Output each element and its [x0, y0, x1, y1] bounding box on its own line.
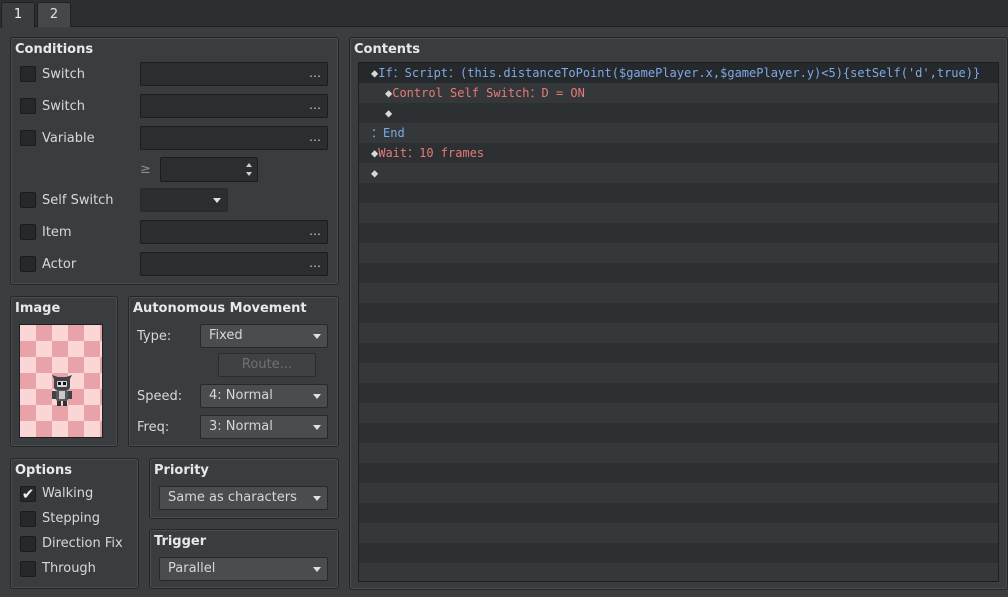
speed-value: 4: Normal	[209, 388, 273, 403]
trigger-value: Parallel	[168, 561, 216, 576]
chevron-down-icon	[313, 334, 321, 339]
variable-ellipsis-button[interactable]: …	[309, 130, 321, 144]
direction-fix-label: Direction Fix	[42, 536, 123, 551]
switch2-ellipsis-button[interactable]: …	[309, 98, 321, 112]
command-text: ：End	[371, 126, 405, 140]
options-title: Options	[15, 463, 72, 478]
self-switch-checkbox[interactable]	[20, 192, 36, 208]
through-checkbox[interactable]	[20, 561, 36, 577]
command-row[interactable]: ◆If：Script：(this.distanceToPoint($gamePl…	[359, 63, 998, 83]
switch1-ellipsis-button[interactable]: …	[309, 66, 321, 80]
type-label: Type:	[137, 329, 172, 344]
route-button[interactable]: Route...	[218, 353, 316, 377]
command-row[interactable]: ◆	[359, 103, 998, 123]
freq-value: 3: Normal	[209, 419, 273, 434]
priority-dropdown[interactable]: Same as characters	[159, 486, 328, 510]
speed-label: Speed:	[137, 389, 183, 404]
chevron-down-icon	[313, 425, 321, 430]
switch2-checkbox[interactable]	[20, 98, 36, 114]
stepping-checkbox[interactable]	[20, 511, 36, 527]
command-text: Wait：10 frames	[378, 146, 485, 160]
checkmark-icon: ✔	[21, 485, 35, 503]
actor-ellipsis-button[interactable]: …	[309, 256, 321, 270]
type-value: Fixed	[209, 328, 243, 343]
walking-label: Walking	[42, 486, 94, 501]
switch2-label: Switch	[42, 99, 85, 114]
direction-fix-checkbox[interactable]	[20, 536, 36, 552]
command-marker-icon: ◆	[371, 166, 379, 180]
movement-title: Autonomous Movement	[133, 301, 307, 316]
contents-title: Contents	[354, 42, 420, 57]
command-text: Control Self Switch：D = ON	[392, 86, 585, 100]
command-row[interactable]: ◆Wait：10 frames	[359, 143, 998, 163]
priority-panel: Priority Same as characters	[149, 458, 339, 519]
event-image-preview[interactable]	[19, 324, 103, 438]
variable-label: Variable	[42, 131, 95, 146]
tab-2[interactable]: 2	[37, 2, 71, 27]
priority-title: Priority	[154, 463, 209, 478]
item-ellipsis-button[interactable]: …	[309, 224, 321, 238]
command-text: If：Script：(this.distanceToPoint($gamePla…	[378, 66, 981, 80]
switch1-label: Switch	[42, 67, 85, 82]
command-row[interactable]: ◆Control Self Switch：D = ON	[359, 83, 998, 103]
freq-dropdown[interactable]: 3: Normal	[200, 415, 328, 439]
switch1-field[interactable]: …	[140, 62, 328, 86]
image-panel: Image	[10, 296, 118, 447]
command-row[interactable]: ：End	[359, 123, 998, 143]
switch2-field[interactable]: …	[140, 94, 328, 118]
spin-down-icon[interactable]	[246, 172, 252, 176]
spin-up-icon[interactable]	[246, 163, 252, 167]
command-row[interactable]: ◆	[359, 163, 998, 183]
chevron-down-icon	[313, 567, 321, 572]
event-command-list[interactable]: ◆ If：Script：(this.distanceToPoint($gamePl…	[358, 62, 999, 582]
actor-label: Actor	[42, 257, 77, 272]
variable-field[interactable]: …	[140, 126, 328, 150]
walking-checkbox[interactable]: ✔	[20, 486, 36, 502]
actor-field[interactable]: …	[140, 252, 328, 276]
variable-value-spinner[interactable]	[160, 157, 258, 182]
character-sprite-icon	[52, 375, 72, 406]
tab-1[interactable]: 1	[1, 2, 35, 28]
tab-bar: 1 2	[0, 0, 1008, 28]
item-label: Item	[42, 225, 72, 240]
command-marker-icon: ◆	[385, 106, 393, 120]
chevron-down-icon	[213, 198, 221, 203]
freq-label: Freq:	[137, 420, 170, 435]
self-switch-label: Self Switch	[42, 193, 114, 208]
self-switch-dropdown[interactable]	[140, 188, 228, 212]
trigger-dropdown[interactable]: Parallel	[159, 557, 328, 581]
autonomous-movement-panel: Autonomous Movement Type: Fixed Route...…	[128, 296, 339, 447]
stepping-label: Stepping	[42, 511, 100, 526]
item-checkbox[interactable]	[20, 224, 36, 240]
contents-panel: Contents ◆ If：Script：(this.distanceToPoin…	[349, 37, 1008, 590]
switch1-checkbox[interactable]	[20, 66, 36, 82]
conditions-title: Conditions	[15, 42, 94, 57]
options-panel: Options ✔ Walking Stepping Direction Fix…	[10, 458, 139, 589]
chevron-down-icon	[313, 394, 321, 399]
type-dropdown[interactable]: Fixed	[200, 324, 328, 348]
image-title: Image	[15, 301, 61, 316]
through-label: Through	[42, 561, 96, 576]
gte-symbol: ≥	[140, 162, 151, 177]
actor-checkbox[interactable]	[20, 256, 36, 272]
trigger-panel: Trigger Parallel	[149, 529, 339, 589]
item-field[interactable]: …	[140, 220, 328, 244]
variable-checkbox[interactable]	[20, 130, 36, 146]
trigger-title: Trigger	[154, 534, 207, 549]
speed-dropdown[interactable]: 4: Normal	[200, 384, 328, 408]
chevron-down-icon	[313, 496, 321, 501]
priority-value: Same as characters	[168, 490, 297, 505]
conditions-panel: Conditions Switch … Switch … Variable … …	[10, 37, 339, 285]
